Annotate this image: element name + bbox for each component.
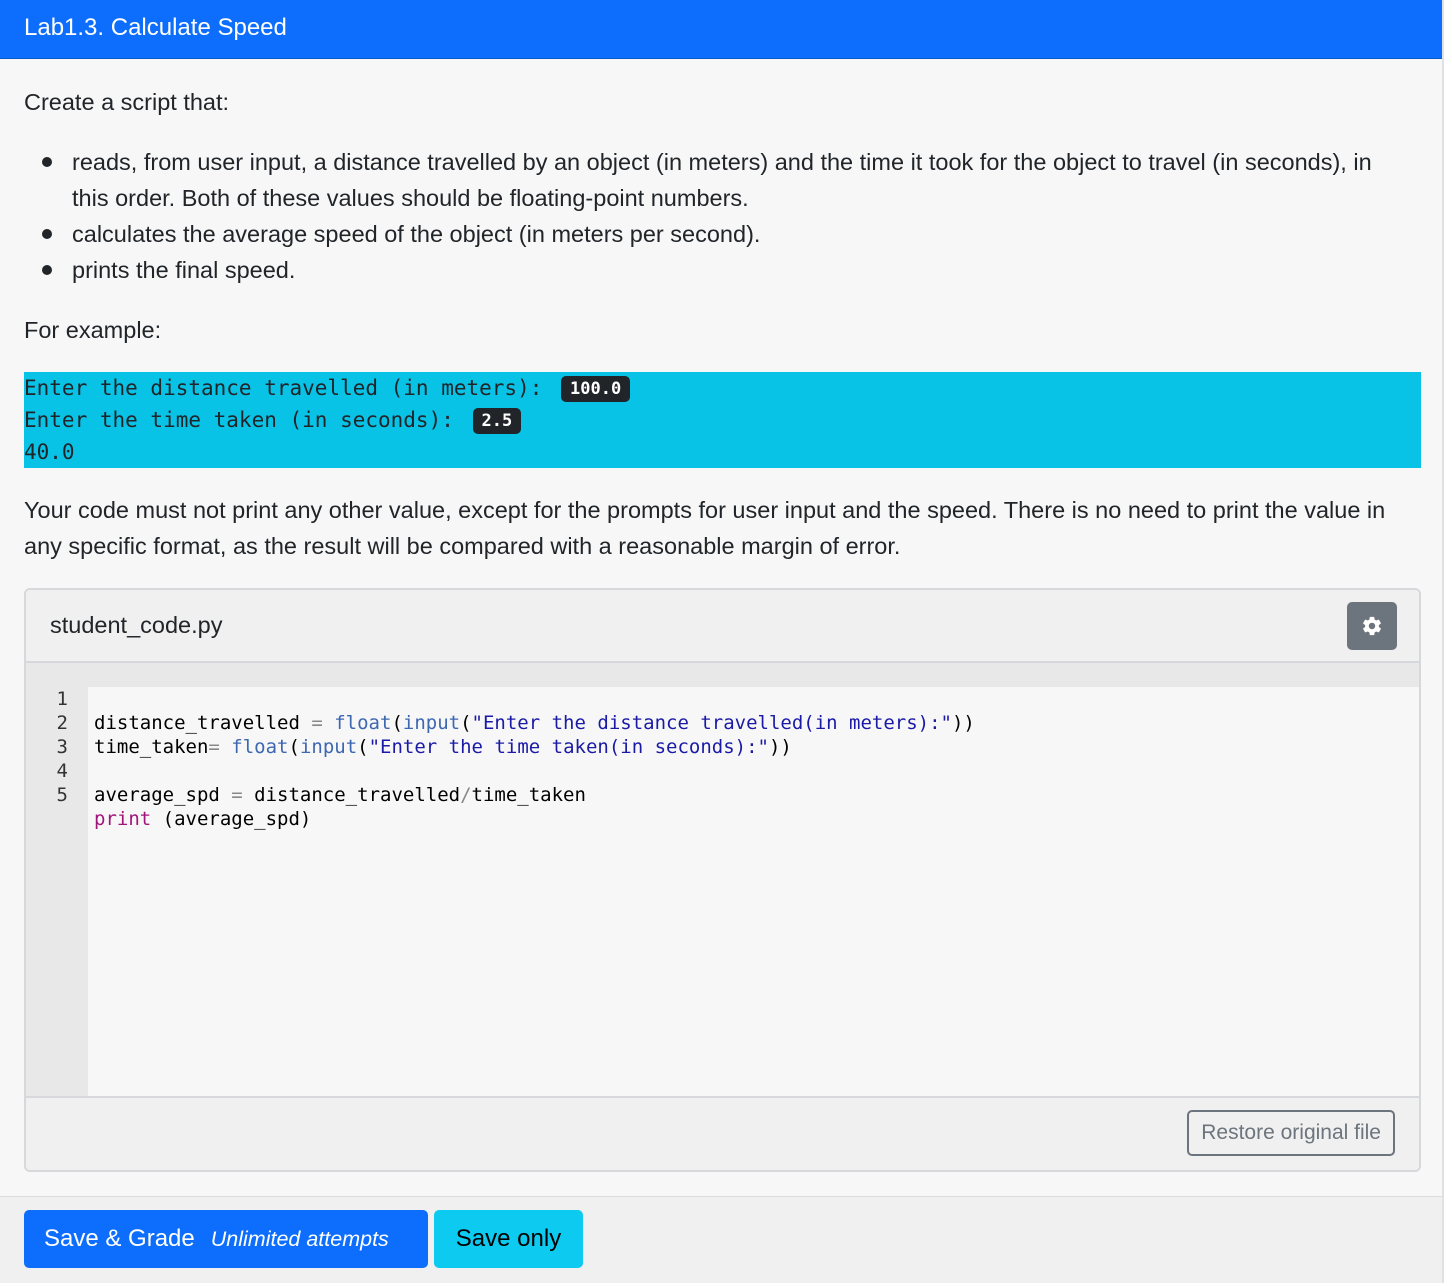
editor-settings-button[interactable] (1347, 602, 1397, 650)
code-line[interactable]: 3 (26, 711, 1419, 758)
list-item: prints the final speed. (24, 252, 1404, 288)
code-text: average_spd = distance_travelled/time_ta… (94, 784, 586, 806)
user-input-badge: 2.5 (472, 408, 522, 434)
editor-footer: Restore original file (26, 1098, 1419, 1170)
save-only-button[interactable]: Save only (434, 1210, 583, 1268)
save-and-grade-label: Save & Grade (44, 1225, 195, 1252)
line-number: 5 (56, 784, 68, 806)
code-editor-panel: student_code.py 1 distance_travelled = f… (24, 588, 1421, 1172)
requirements-list: reads, from user input, a distance trave… (24, 144, 1404, 288)
example-label: For example: (24, 317, 162, 343)
list-item: calculates the average speed of the obje… (24, 216, 1404, 252)
code-line[interactable]: 2 time_taken= float(input("Enter the tim… (26, 687, 1419, 758)
code-line[interactable]: 4 average_spd = distance_travelled/time_… (26, 735, 1419, 806)
submission-footer: Save & Grade Unlimited attempts Save only (0, 1196, 1442, 1283)
terminal-line: Enter the time taken (in seconds): 2.5 (24, 404, 1421, 436)
terminal-prompt: Enter the time taken (in seconds): (24, 408, 467, 432)
example-terminal: Enter the distance travelled (in meters)… (24, 372, 1421, 468)
terminal-output: 40.0 (24, 440, 75, 464)
intro-text: Create a script that: (24, 89, 230, 115)
list-item: reads, from user input, a distance trave… (24, 144, 1404, 216)
code-line[interactable]: 5 print (average_spd) (26, 759, 1419, 830)
note-text: Your code must not print any other value… (24, 497, 1386, 559)
save-and-grade-button[interactable]: Save & Grade Unlimited attempts (24, 1210, 428, 1268)
restore-original-file-button[interactable]: Restore original file (1187, 1110, 1395, 1156)
attempts-label: Unlimited attempts (210, 1227, 389, 1251)
editor-header: student_code.py (26, 590, 1419, 663)
terminal-prompt: Enter the distance travelled (in meters)… (24, 376, 556, 400)
code-line[interactable]: 1 distance_travelled = float(input("Ente… (26, 663, 1419, 734)
code-text: print (average_spd) (94, 808, 312, 830)
terminal-line: Enter the distance travelled (in meters)… (24, 372, 1421, 404)
file-name: student_code.py (50, 612, 223, 638)
code-editor[interactable]: 1 distance_travelled = float(input("Ente… (26, 663, 1419, 1098)
user-input-badge: 100.0 (561, 376, 631, 402)
question-card: Lab1.3. Calculate Speed Create a script … (0, 0, 1444, 1283)
gear-icon (1363, 616, 1381, 636)
code-lines: 1 distance_travelled = float(input("Ente… (26, 663, 1419, 830)
